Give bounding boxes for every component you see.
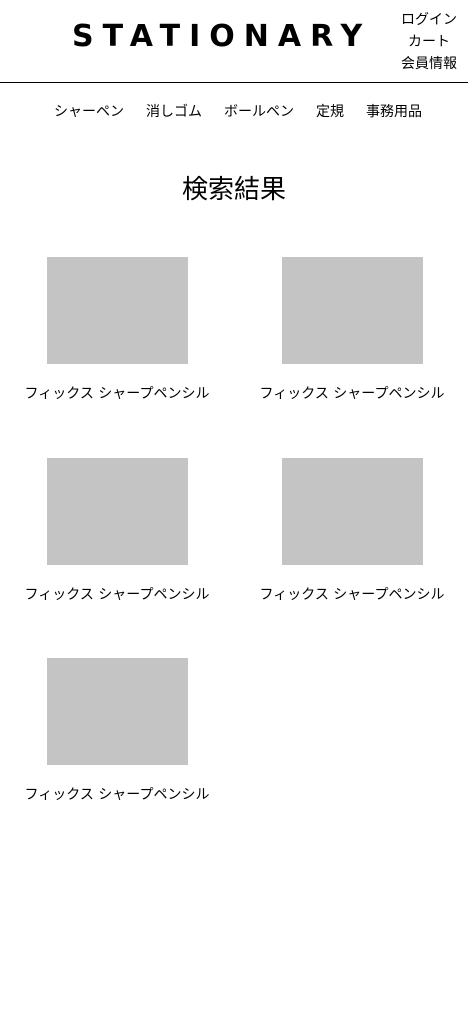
product-image[interactable]: [46, 458, 188, 565]
account-links: ログイン カート 会員情報: [401, 9, 457, 75]
product-name[interactable]: フィックス シャープペンシル: [0, 383, 234, 405]
product-name[interactable]: フィックス シャープペンシル: [0, 784, 234, 806]
product-card[interactable]: フィックス シャープペンシル: [0, 458, 234, 606]
product-image[interactable]: [281, 257, 423, 364]
product-name[interactable]: フィックス シャープペンシル: [235, 584, 468, 606]
login-link[interactable]: ログイン: [401, 9, 457, 31]
nav-item-ruler[interactable]: 定規: [316, 101, 344, 123]
category-nav: シャーペン 消しゴム ボールペン 定規 事務用品: [0, 101, 468, 123]
product-name[interactable]: フィックス シャープペンシル: [235, 383, 468, 405]
nav-item-ballpoint-pen[interactable]: ボールペン: [224, 101, 294, 123]
site-header: STATIONARY ログイン カート 会員情報: [0, 0, 468, 83]
nav-item-mechanical-pencil[interactable]: シャーペン: [54, 101, 124, 123]
member-info-link[interactable]: 会員情報: [401, 53, 457, 75]
product-image[interactable]: [281, 458, 423, 565]
product-card[interactable]: フィックス シャープペンシル: [235, 458, 468, 606]
product-card[interactable]: フィックス シャープペンシル: [0, 257, 234, 405]
product-card[interactable]: フィックス シャープペンシル: [0, 658, 234, 806]
site-logo[interactable]: STATIONARY: [72, 17, 371, 57]
product-name[interactable]: フィックス シャープペンシル: [0, 584, 234, 606]
page-title: 検索結果: [181, 175, 286, 205]
product-card[interactable]: フィックス シャープペンシル: [235, 257, 468, 405]
nav-item-eraser[interactable]: 消しゴム: [146, 101, 202, 123]
product-image[interactable]: [46, 257, 188, 364]
nav-item-office-supplies[interactable]: 事務用品: [366, 101, 422, 123]
cart-link[interactable]: カート: [408, 31, 450, 53]
product-image[interactable]: [46, 658, 188, 765]
